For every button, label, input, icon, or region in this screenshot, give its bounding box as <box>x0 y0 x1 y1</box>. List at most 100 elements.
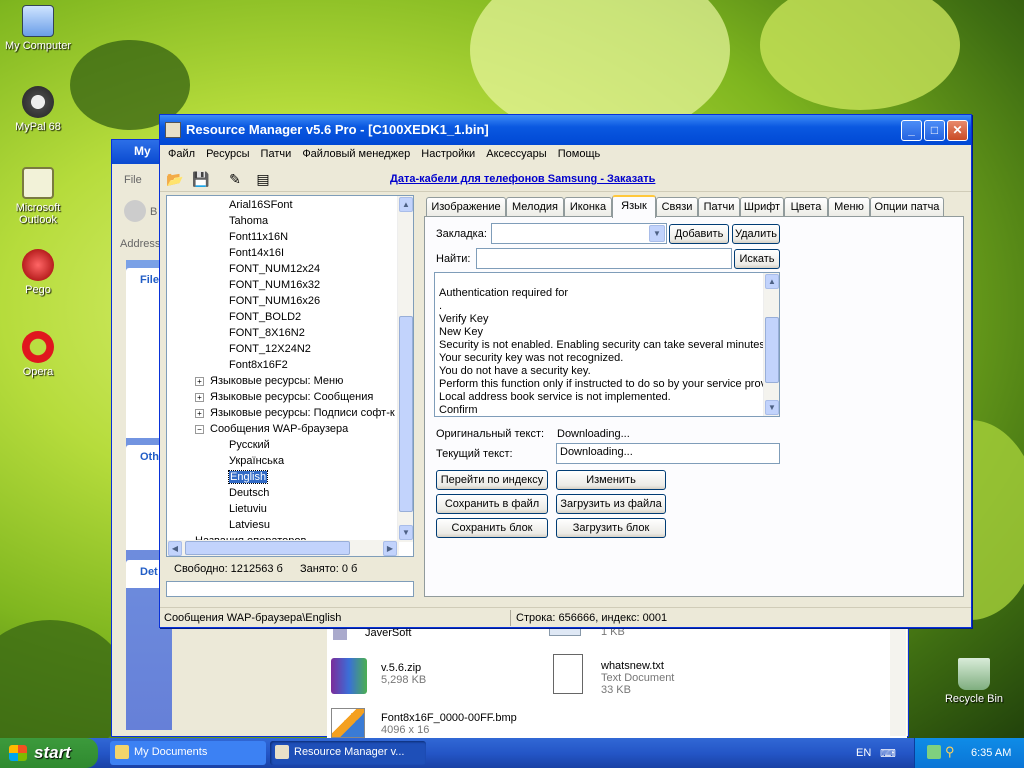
tree-item[interactable]: Font14x16I <box>229 245 284 261</box>
file-item[interactable]: v.5.6.zip 5,298 KB <box>331 658 426 694</box>
load-from-file-button[interactable]: Загрузить из файла <box>556 494 666 514</box>
bg-window-scrollbar[interactable] <box>890 618 906 736</box>
message-item[interactable]: You do not have a security key. <box>439 365 591 378</box>
messages-scrollbar[interactable]: ▲ ▼ <box>763 273 779 416</box>
message-item[interactable]: Security is not enabled. Enabling securi… <box>439 339 774 352</box>
tab-language[interactable]: Язык <box>612 195 656 218</box>
menu-file[interactable]: Файл <box>168 148 195 160</box>
resource-manager-window[interactable]: Resource Manager v5.6 Pro - [C100XEDK1_1… <box>159 114 972 628</box>
menu-settings[interactable]: Настройки <box>421 148 475 160</box>
tree-item[interactable]: − Сообщения WAP-браузера <box>195 421 348 437</box>
scroll-thumb[interactable] <box>185 541 350 555</box>
maximize-button[interactable]: □ <box>924 120 945 141</box>
scroll-right-arrow[interactable]: ▶ <box>383 541 397 556</box>
tree-item[interactable]: + Языковые ресурсы: Подписи софт-к <box>195 405 395 421</box>
desktop-icon-opera[interactable]: Opera <box>0 331 78 378</box>
tab-image[interactable]: Изображение <box>426 197 506 217</box>
tree-vertical-scrollbar[interactable]: ▲ ▼ <box>397 196 413 542</box>
scroll-thumb[interactable] <box>399 316 413 512</box>
tree-item[interactable]: English <box>227 469 269 485</box>
delete-bookmark-button[interactable]: Удалить <box>732 224 780 244</box>
tree-item[interactable]: Lietuviu <box>229 501 267 517</box>
message-item[interactable]: Local address book service is not implem… <box>439 391 671 404</box>
bookmark-dropdown[interactable]: ▼ <box>491 223 667 244</box>
tree-item[interactable]: Arial16SFont <box>229 197 293 213</box>
tree-item[interactable]: Русский <box>229 437 270 453</box>
tab-links[interactable]: Связи <box>656 197 698 217</box>
start-button[interactable]: start <box>0 738 98 768</box>
menu-help[interactable]: Помощь <box>558 148 601 160</box>
tree-item[interactable]: FONT_NUM16x26 <box>229 293 320 309</box>
desktop-icon-my-computer[interactable]: My Computer <box>0 5 78 52</box>
tab-melody[interactable]: Мелодия <box>506 197 564 217</box>
minimize-button[interactable]: _ <box>901 120 922 141</box>
goto-index-button[interactable]: Перейти по индексу <box>436 470 548 490</box>
tree-item[interactable]: Українська <box>229 453 284 469</box>
menu-patches[interactable]: Патчи <box>261 148 292 160</box>
expand-icon[interactable]: + <box>195 392 204 402</box>
desktop-icon-mypal[interactable]: MyPal 68 <box>0 86 78 133</box>
tree-item[interactable]: Font11x16N <box>229 229 288 245</box>
current-text-input[interactable]: Downloading... <box>556 443 780 464</box>
tree-item[interactable]: Tahoma <box>229 213 268 229</box>
search-button[interactable]: Искать <box>734 249 780 269</box>
tab-patches[interactable]: Патчи <box>698 197 740 217</box>
tree-item[interactable]: + Языковые ресурсы: Сообщения <box>195 389 373 405</box>
tab-icon[interactable]: Иконка <box>564 197 612 217</box>
tab-menu[interactable]: Меню <box>828 197 870 217</box>
file-item[interactable]: whatsnew.txt Text Document 33 KB <box>553 654 674 696</box>
tab-colors[interactable]: Цвета <box>784 197 828 217</box>
message-item[interactable]: Verify Key <box>439 313 489 326</box>
scroll-up-arrow[interactable]: ▲ <box>399 197 413 212</box>
task-resource-manager[interactable]: Resource Manager v... <box>270 741 426 765</box>
close-button[interactable]: ✕ <box>947 120 968 141</box>
scroll-thumb[interactable] <box>765 317 779 383</box>
expand-icon[interactable]: + <box>195 408 204 418</box>
scroll-up-arrow[interactable]: ▲ <box>765 274 779 289</box>
scroll-down-arrow[interactable]: ▼ <box>765 400 779 415</box>
tree-item[interactable]: Deutsch <box>229 485 269 501</box>
properties-icon[interactable]: ▤ <box>252 169 274 189</box>
save-to-file-button[interactable]: Сохранить в файл <box>436 494 548 514</box>
back-button[interactable] <box>124 200 146 222</box>
message-item[interactable]: New Key <box>439 326 483 339</box>
resource-tree[interactable]: Arial16SFont Tahoma Font11x16N Font14x16I FO… <box>166 195 414 557</box>
open-folder-icon[interactable]: 📂 <box>164 169 186 189</box>
task-my-documents[interactable]: My Documents <box>110 741 266 765</box>
menu-resources[interactable]: Ресурсы <box>206 148 249 160</box>
message-item[interactable]: Confirm <box>439 404 478 416</box>
scroll-left-arrow[interactable]: ◀ <box>168 541 182 556</box>
language-indicator[interactable]: EN <box>856 747 871 759</box>
tree-item[interactable]: FONT_BOLD2 <box>229 309 301 325</box>
desktop-icon-outlook[interactable]: Microsoft Outlook <box>0 167 78 226</box>
bg-window-menu-file[interactable]: File <box>124 174 142 186</box>
title-bar[interactable]: Resource Manager v5.6 Pro - [C100XEDK1_1… <box>160 115 971 145</box>
desktop-icon-recycle-bin[interactable]: Recycle Bin <box>934 658 1014 705</box>
scroll-down-arrow[interactable]: ▼ <box>399 525 413 540</box>
pen-icon[interactable]: ✎ <box>224 169 246 189</box>
tree-item[interactable]: FONT_NUM16x32 <box>229 277 320 293</box>
find-input[interactable] <box>476 248 732 269</box>
load-block-button[interactable]: Загрузить блок <box>556 518 666 538</box>
message-item[interactable]: Perform this function only if instructed… <box>439 378 775 391</box>
tab-font[interactable]: Шрифт <box>740 197 784 217</box>
collapse-icon[interactable]: − <box>195 424 204 434</box>
save-icon[interactable]: 💾 <box>190 169 212 189</box>
tree-item[interactable]: Font8x16F2 <box>229 357 288 373</box>
message-item[interactable]: Your security key was not recognized. <box>439 352 623 365</box>
file-item[interactable]: Font8x16F_0000-00FF.bmp 4096 x 16 <box>331 708 517 738</box>
tree-horizontal-scrollbar[interactable]: ◀ ▶ <box>167 540 399 556</box>
tree-item[interactable]: FONT_8X16N2 <box>229 325 305 341</box>
file-item[interactable]: JaverSoft <box>333 626 411 640</box>
tree-item[interactable]: FONT_12X24N2 <box>229 341 311 357</box>
keyboard-icon[interactable]: ⌨ <box>880 747 896 760</box>
message-item[interactable]: Authentication required for <box>439 287 568 300</box>
tree-item[interactable]: Latviesu <box>229 517 270 533</box>
menu-file-manager[interactable]: Файловый менеджер <box>302 148 410 160</box>
message-item[interactable]: . <box>439 300 442 313</box>
promo-link[interactable]: Дата-кабели для телефонов Samsung - Зака… <box>390 173 655 185</box>
tree-item[interactable]: + Языковые ресурсы: Меню <box>195 373 343 389</box>
search-icon[interactable]: ⚲ <box>945 744 955 760</box>
change-button[interactable]: Изменить <box>556 470 666 490</box>
save-block-button[interactable]: Сохранить блок <box>436 518 548 538</box>
